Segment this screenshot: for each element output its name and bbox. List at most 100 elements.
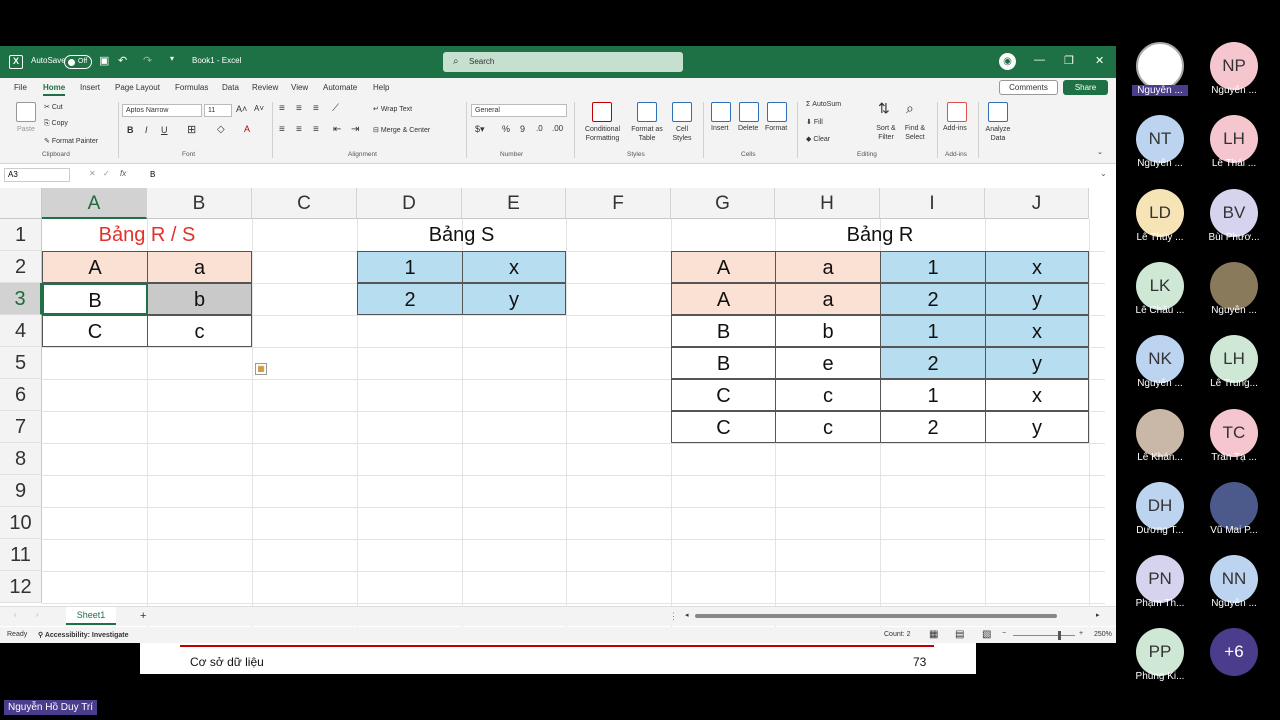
row-header-11[interactable]: 11: [0, 539, 42, 571]
table-r-title[interactable]: Bảng R: [671, 219, 1089, 251]
table-cell[interactable]: e: [775, 347, 881, 379]
table-cell[interactable]: 2: [880, 411, 986, 443]
select-all-corner[interactable]: [0, 188, 42, 219]
autosave-toggle[interactable]: Off: [64, 55, 92, 69]
format-table-button[interactable]: Format as Table: [627, 125, 667, 143]
clear-button[interactable]: ◆ Clear: [806, 135, 830, 143]
scroll-right-icon[interactable]: ▸: [1096, 611, 1100, 619]
search-box[interactable]: ⌕ Search: [443, 52, 683, 72]
participant-avatar[interactable]: TC: [1210, 408, 1258, 457]
zoom-out-icon[interactable]: −: [1002, 630, 1006, 637]
fill-button[interactable]: ⬇ Fill: [806, 118, 823, 126]
redo-icon[interactable]: ↷: [143, 54, 152, 67]
table-cell[interactable]: B: [671, 315, 776, 347]
page-layout-view-icon[interactable]: ▤: [955, 629, 964, 640]
row-header-7[interactable]: 7: [0, 411, 42, 443]
col-header-i[interactable]: I: [880, 188, 985, 219]
add-ins-button[interactable]: Add-ins: [943, 125, 967, 132]
col-header-f[interactable]: F: [566, 188, 671, 219]
analyze-data-button[interactable]: Analyze Data: [982, 125, 1014, 143]
cut-button[interactable]: ✂ Cut: [44, 103, 63, 111]
row-header-12[interactable]: 12: [0, 571, 42, 603]
decrease-indent-icon[interactable]: ⇤: [333, 124, 341, 135]
zoom-slider-thumb[interactable]: [1058, 631, 1061, 640]
table-cell[interactable]: a: [775, 283, 881, 315]
col-header-g[interactable]: G: [671, 188, 775, 219]
format-painter-button[interactable]: ✎ Format Painter: [44, 137, 98, 145]
table-s-title[interactable]: Bảng S: [357, 219, 566, 251]
decrease-decimal-icon[interactable]: .00: [552, 124, 563, 133]
underline-icon[interactable]: U: [161, 125, 168, 135]
col-header-e[interactable]: E: [462, 188, 566, 219]
sheet-tab-sheet1[interactable]: Sheet1: [66, 607, 116, 625]
increase-decimal-icon[interactable]: .0: [536, 124, 543, 133]
participant-avatar[interactable]: PP: [1136, 628, 1184, 677]
page-break-view-icon[interactable]: ▧: [982, 629, 991, 640]
zoom-slider[interactable]: [1013, 635, 1075, 636]
font-color-icon[interactable]: A: [244, 124, 250, 134]
participant-avatar[interactable]: LH: [1210, 115, 1258, 164]
participant-photo-avatar[interactable]: [1136, 408, 1184, 457]
col-header-j[interactable]: J: [985, 188, 1089, 219]
participant-avatar[interactable]: PN: [1136, 555, 1184, 604]
participant-avatar[interactable]: DH: [1136, 481, 1184, 530]
formula-input[interactable]: B: [150, 170, 155, 179]
table-cell[interactable]: 1: [880, 251, 986, 283]
row-header-4[interactable]: 4: [0, 315, 42, 347]
insert-cells-button[interactable]: Insert: [711, 125, 729, 132]
sort-filter-button[interactable]: Sort & Filter: [872, 124, 900, 142]
expand-formula-icon[interactable]: ⌄: [1100, 169, 1107, 178]
maximize-icon[interactable]: ❐: [1064, 54, 1074, 67]
table-cell[interactable]: 2: [880, 347, 986, 379]
tab-home[interactable]: Home: [43, 83, 66, 96]
col-header-b[interactable]: B: [147, 188, 252, 219]
bold-icon[interactable]: B: [127, 125, 134, 135]
cancel-icon[interactable]: ✕: [89, 169, 96, 178]
fill-color-icon[interactable]: ◇: [217, 124, 225, 135]
account-avatar-icon[interactable]: ◉: [999, 53, 1016, 70]
cell-styles-icon[interactable]: [672, 102, 692, 122]
participant-avatar[interactable]: +6: [1210, 628, 1258, 677]
undo-icon[interactable]: ↶: [118, 54, 127, 67]
conditional-formatting-button[interactable]: Conditional Formatting: [580, 125, 625, 143]
table-cell[interactable]: y: [985, 283, 1089, 315]
zoom-in-icon[interactable]: +: [1079, 630, 1083, 637]
conditional-formatting-icon[interactable]: [592, 102, 612, 122]
close-icon[interactable]: ✕: [1095, 54, 1104, 67]
table-cell[interactable]: a: [147, 251, 252, 283]
format-table-icon[interactable]: [637, 102, 657, 122]
row-header-1[interactable]: 1: [0, 219, 42, 251]
table-cell[interactable]: C: [671, 411, 776, 443]
table-cell[interactable]: C: [671, 379, 776, 411]
paste-button[interactable]: Paste: [17, 126, 35, 133]
align-left-icon[interactable]: ≡: [279, 124, 285, 135]
format-cells-icon[interactable]: [767, 102, 787, 122]
table-cell[interactable]: 2: [357, 283, 463, 315]
normal-view-icon[interactable]: ▦: [929, 629, 938, 640]
tab-review[interactable]: Review: [252, 83, 278, 92]
active-cell[interactable]: B: [42, 283, 148, 315]
save-icon[interactable]: ▣: [99, 54, 109, 67]
delete-cells-button[interactable]: Delete: [738, 125, 758, 132]
decrease-font-icon[interactable]: A˅: [254, 104, 264, 113]
add-ins-icon[interactable]: [947, 102, 967, 122]
col-header-c[interactable]: C: [252, 188, 357, 219]
row-header-3[interactable]: 3: [0, 283, 42, 315]
zoom-level[interactable]: 250%: [1094, 631, 1112, 638]
scroll-left-icon[interactable]: ◂: [685, 611, 689, 619]
table-cell[interactable]: b: [775, 315, 881, 347]
table-cell[interactable]: 1: [357, 251, 463, 283]
participant-avatar[interactable]: BV: [1210, 188, 1258, 237]
accessibility-button[interactable]: ⚲ Accessibility: Investigate: [38, 631, 128, 639]
table-cell[interactable]: x: [985, 315, 1089, 347]
comma-icon[interactable]: 9: [520, 124, 525, 134]
row-header-9[interactable]: 9: [0, 475, 42, 507]
participant-avatar[interactable]: NK: [1136, 335, 1184, 384]
minimize-icon[interactable]: —: [1034, 54, 1045, 66]
insert-function-button[interactable]: fx: [120, 169, 126, 178]
table-cell[interactable]: b: [147, 283, 252, 315]
cell-styles-button[interactable]: Cell Styles: [666, 125, 698, 143]
participant-avatar[interactable]: LH: [1210, 335, 1258, 384]
table-cell[interactable]: A: [42, 251, 148, 283]
table-cell[interactable]: x: [985, 251, 1089, 283]
